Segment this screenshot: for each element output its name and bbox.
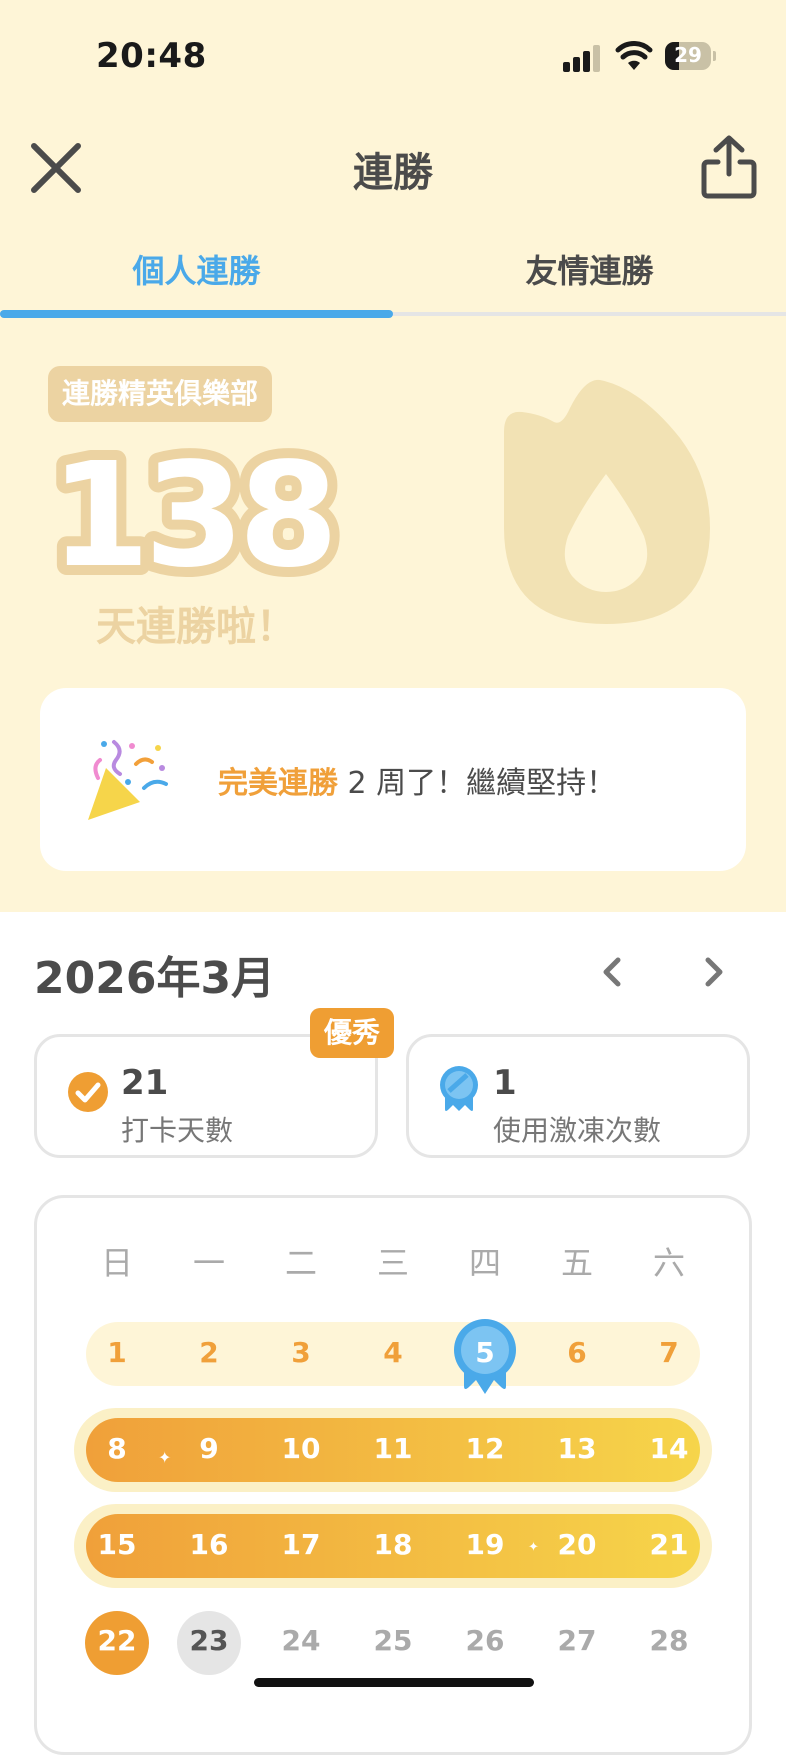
excellent-badge: 優秀 xyxy=(310,1008,395,1058)
calendar-day[interactable]: 24 xyxy=(271,1624,331,1657)
calendar-day[interactable]: 3 xyxy=(271,1336,331,1369)
calendar-day[interactable]: 25 xyxy=(363,1624,423,1657)
weekday-thu: 四 xyxy=(468,1244,501,1282)
calendar-day[interactable]: 18 xyxy=(363,1528,423,1561)
milestone-card: 完美連勝 2 周了！繼續堅持！ xyxy=(40,688,746,871)
milestone-rest: 2 周了！繼續堅持！ xyxy=(338,766,617,801)
calendar-day[interactable]: 11 xyxy=(363,1432,423,1465)
calendar-day-today[interactable]: 23 xyxy=(179,1624,239,1657)
calendar-day[interactable]: 20 xyxy=(547,1528,607,1561)
milestone-text: 完美連勝 2 周了！繼續堅持！ xyxy=(218,758,616,802)
calendar-day[interactable]: 6 xyxy=(547,1336,607,1369)
streak-count: 138 xyxy=(40,430,340,590)
battery-icon: 29 xyxy=(665,42,716,70)
freeze-used-label: 使用激凍次數 xyxy=(493,1114,662,1147)
calendar-day[interactable]: 19 xyxy=(455,1528,515,1561)
weekday-fri: 五 xyxy=(560,1244,593,1282)
sparkle-icon: ✦ xyxy=(528,1540,539,1555)
calendar-day[interactable]: 9 xyxy=(179,1432,239,1465)
milestone-highlight: 完美連勝 xyxy=(218,766,338,801)
calendar-day[interactable]: 16 xyxy=(179,1528,239,1561)
flame-icon xyxy=(504,379,710,624)
check-circle-icon xyxy=(68,1072,108,1112)
calendar-day[interactable]: 4 xyxy=(363,1336,423,1369)
status-time: 20:48 xyxy=(96,36,207,76)
chevron-right-icon[interactable] xyxy=(700,954,728,990)
calendar-day[interactable]: 10 xyxy=(271,1432,331,1465)
battery-level: 29 xyxy=(674,43,702,67)
page-title: 連勝 xyxy=(353,150,433,196)
freeze-used-value: 1 xyxy=(493,1063,517,1103)
calendar-day[interactable]: 22 xyxy=(87,1624,147,1657)
weekday-tue: 二 xyxy=(284,1244,317,1282)
calendar-day[interactable]: 17 xyxy=(271,1528,331,1561)
checkin-days-label: 打卡天數 xyxy=(121,1114,234,1147)
calendar-day[interactable]: 27 xyxy=(547,1624,607,1657)
active-tab-indicator xyxy=(0,310,393,318)
streak-freeze-icon xyxy=(440,1066,478,1111)
wifi-icon xyxy=(615,41,653,70)
freeze-used-card: 1 使用激凍次數 xyxy=(406,1034,750,1158)
cellular-signal-icon xyxy=(563,44,603,72)
party-popper-icon xyxy=(88,740,168,820)
calendar-day[interactable]: 14 xyxy=(639,1432,699,1465)
calendar-day[interactable]: 15 xyxy=(87,1528,147,1561)
weekday-sun: 日 xyxy=(100,1244,133,1282)
weekday-mon: 一 xyxy=(192,1244,225,1282)
sparkle-icon: ✦ xyxy=(158,1448,172,1467)
weekday-sat: 六 xyxy=(652,1244,685,1282)
streak-subtitle: 天連勝啦！ xyxy=(96,604,296,650)
chevron-left-icon[interactable] xyxy=(598,954,626,990)
home-indicator[interactable] xyxy=(254,1678,534,1687)
calendar-day[interactable]: 2 xyxy=(179,1336,239,1369)
calendar-day[interactable]: 5 xyxy=(455,1336,515,1369)
svg-text:138: 138 xyxy=(50,431,333,590)
calendar-day[interactable]: 8 xyxy=(87,1432,147,1465)
checkin-days-value: 21 xyxy=(121,1063,169,1103)
calendar-day[interactable]: 28 xyxy=(639,1624,699,1657)
calendar-day[interactable]: 12 xyxy=(455,1432,515,1465)
calendar-day[interactable]: 1 xyxy=(87,1336,147,1369)
share-icon[interactable] xyxy=(700,134,758,200)
calendar-day[interactable]: 7 xyxy=(639,1336,699,1369)
calendar-day[interactable]: 26 xyxy=(455,1624,515,1657)
calendar-month-title: 2026年3月 xyxy=(34,953,276,1004)
calendar-day[interactable]: 21 xyxy=(639,1528,699,1561)
calendar-day[interactable]: 13 xyxy=(547,1432,607,1465)
tab-personal-streak[interactable]: 個人連勝 xyxy=(0,246,393,292)
tab-friend-streak[interactable]: 友情連勝 xyxy=(393,246,786,292)
streak-club-badge: 連勝精英俱樂部 xyxy=(48,366,273,422)
weekday-wed: 三 xyxy=(376,1244,409,1282)
